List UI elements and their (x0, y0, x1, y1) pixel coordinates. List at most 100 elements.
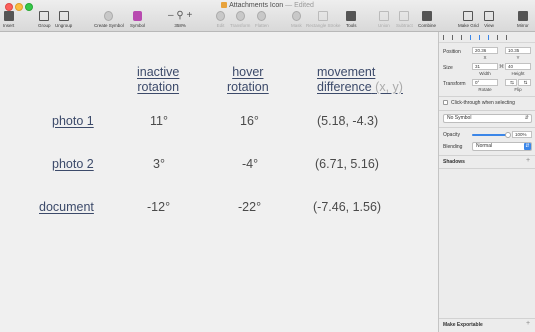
select-arrows-icon: ⇵ (524, 115, 529, 121)
symbol-select[interactable]: No Symbol ⇵ (443, 114, 532, 123)
mirror-icon (517, 11, 528, 21)
align-left-icon[interactable] (443, 34, 448, 40)
combine-button[interactable]: Combine (418, 11, 436, 28)
flip-horizontal-icon[interactable]: ⇆ (505, 79, 517, 86)
view-icon (484, 11, 494, 21)
make-grid-button[interactable]: Make Grid (458, 11, 479, 28)
edited-status: — Edited (285, 2, 314, 9)
symbol-icon (133, 11, 142, 21)
movement-difference-photo-1: (5.18, -4.3) (317, 114, 379, 128)
rotate-field[interactable]: 0° (472, 79, 498, 86)
insert-icon (3, 11, 14, 21)
rectangle-stroke-button[interactable]: Rectangle Stroke (306, 11, 341, 28)
size-label: Size (443, 65, 453, 71)
flip-vertical-icon[interactable]: ⇅ (518, 79, 531, 86)
click-through-label: Click-through when selecting (451, 100, 515, 106)
height-field[interactable]: 40 (505, 63, 531, 70)
flatten-button[interactable]: Flatten (255, 11, 269, 28)
row-label-photo-2: photo 2 (52, 157, 94, 171)
height-label: Height (511, 71, 525, 76)
divider (439, 168, 535, 169)
blending-label: Blending (443, 144, 463, 150)
make-exportable-label: Make Exportable (443, 322, 483, 328)
opacity-field[interactable]: 100% (512, 131, 532, 138)
row-label-photo-1: photo 1 (52, 114, 94, 128)
y-label: Y (516, 55, 520, 60)
inspector-panel: Position 20.36 10.35 X Y Size 31 ⌘ 40 Wi… (438, 32, 535, 332)
view-button[interactable]: View (484, 11, 494, 28)
transform-button[interactable]: Transform (230, 11, 250, 28)
align-center-icon[interactable] (452, 34, 457, 40)
lock-ratio-icon[interactable]: ⌘ (499, 64, 504, 70)
tools-button[interactable]: Tools (346, 11, 357, 28)
canvas[interactable]: inactive rotation hover rotation movemen… (0, 32, 438, 332)
divider (439, 155, 535, 156)
insert-button[interactable]: Insert (3, 11, 14, 28)
transform-icon (235, 11, 245, 21)
header-movement-difference: movement difference (x, y) (317, 65, 403, 94)
create-symbol-icon (104, 11, 114, 21)
inactive-rotation-document: -12° (147, 200, 171, 214)
opacity-label: Opacity (443, 132, 460, 138)
add-shadow-button[interactable]: + (526, 157, 530, 164)
mask-icon (291, 11, 301, 21)
make-grid-icon (463, 11, 474, 21)
opacity-slider-knob[interactable] (505, 132, 511, 138)
transform-label: Transform (443, 81, 466, 87)
distribute-horizontal-icon[interactable] (497, 34, 502, 40)
select-arrows-icon: ⇵ (524, 143, 531, 150)
alignment-toolbar (439, 32, 535, 43)
opacity-slider[interactable] (472, 134, 508, 136)
x-position-field[interactable]: 20.36 (472, 47, 498, 54)
header-inactive-rotation: inactive rotation (137, 65, 180, 94)
rectangle-stroke-icon (318, 11, 329, 21)
flatten-icon (257, 11, 267, 21)
document-icon (221, 2, 228, 9)
divider (439, 96, 535, 97)
zoom-value: 358% (174, 23, 186, 28)
inactive-rotation-photo-2: 3° (153, 157, 165, 171)
inactive-rotation-photo-1: 11° (150, 114, 168, 128)
union-button[interactable]: Union (378, 11, 390, 28)
group-icon (39, 11, 50, 21)
union-icon (378, 11, 389, 21)
movement-difference-document: (-7.46, 1.56) (313, 200, 382, 214)
mirror-button[interactable]: Mirror (517, 11, 529, 28)
align-right-icon[interactable] (461, 34, 466, 40)
flip-label: Flip (514, 87, 522, 92)
align-top-icon[interactable] (470, 34, 475, 40)
add-export-button[interactable]: + (526, 320, 530, 327)
zoom-control[interactable]: – ⚲ + 358% (168, 10, 192, 29)
distribute-vertical-icon[interactable] (506, 34, 511, 40)
blending-select[interactable]: Normal ⇵ (472, 142, 532, 151)
subtract-button[interactable]: Subtract (396, 11, 413, 28)
create-symbol-button[interactable]: Create Symbol (94, 11, 124, 28)
header-hover-rotation: hover rotation (227, 65, 269, 94)
ungroup-icon (58, 11, 69, 21)
symbol-button[interactable]: Symbol (130, 11, 145, 28)
edit-button[interactable]: Edit (216, 11, 225, 28)
toolbar: Attachments Icon — Edited Insert Group U… (0, 0, 535, 32)
ungroup-button[interactable]: Ungroup (55, 11, 72, 28)
align-middle-icon[interactable] (479, 34, 484, 40)
group-button[interactable]: Group (38, 11, 51, 28)
zoom-in-button[interactable]: + (186, 10, 192, 21)
header-xy-note: (x, y) (375, 80, 403, 94)
opacity-slider-fill (472, 134, 508, 136)
width-label: Width (479, 71, 491, 76)
width-field[interactable]: 31 (472, 63, 498, 70)
combine-icon (422, 11, 432, 21)
x-label: X (483, 55, 487, 60)
subtract-icon (399, 11, 410, 21)
zoom-out-button[interactable]: – (168, 10, 174, 21)
rotate-label: Rotate (478, 87, 492, 92)
row-label-document: document (39, 200, 94, 214)
mask-button[interactable]: Mask (291, 11, 302, 28)
hover-rotation-document: -22° (238, 200, 262, 214)
y-position-field[interactable]: 10.35 (505, 47, 531, 54)
align-bottom-icon[interactable] (488, 34, 493, 40)
movement-difference-photo-2: (6.71, 5.16) (315, 157, 379, 171)
edit-icon (216, 11, 225, 21)
shadows-section-label: Shadows (443, 159, 465, 165)
click-through-checkbox[interactable] (443, 100, 448, 105)
